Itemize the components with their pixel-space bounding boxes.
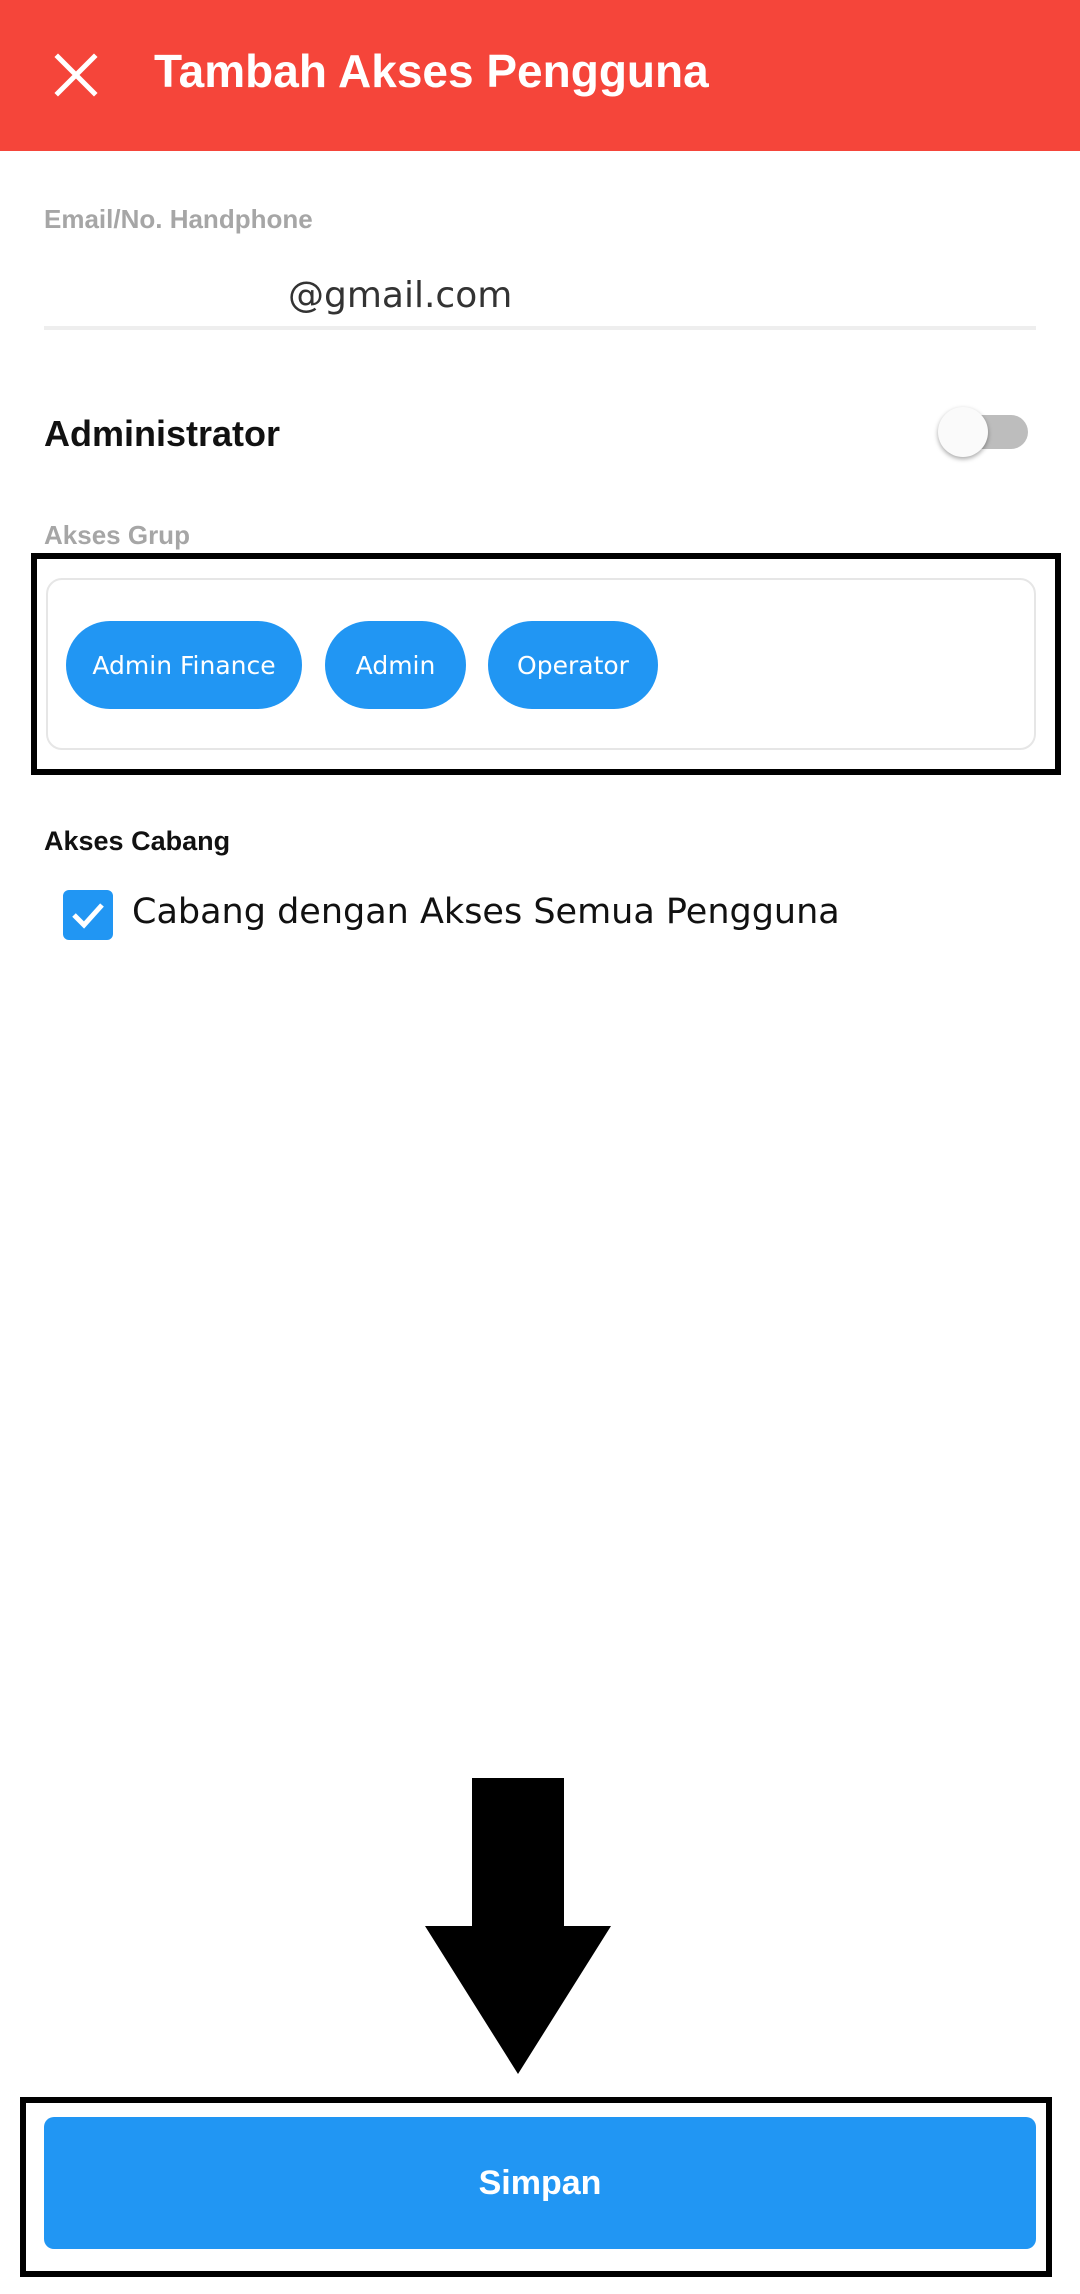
email-underline bbox=[44, 326, 1036, 330]
access-branch-label: Akses Cabang bbox=[44, 826, 231, 856]
email-field-label: Email/No. Handphone bbox=[44, 204, 313, 234]
branch-checkbox[interactable] bbox=[63, 890, 113, 940]
group-chip-admin[interactable]: Admin bbox=[325, 621, 466, 709]
page-title: Tambah Akses Pengguna bbox=[154, 45, 709, 97]
administrator-toggle[interactable] bbox=[938, 407, 1030, 457]
email-field[interactable] bbox=[44, 265, 1036, 325]
toggle-thumb bbox=[938, 407, 988, 457]
access-group-label: Akses Grup bbox=[44, 520, 190, 550]
arrow-down-icon bbox=[425, 1778, 611, 2074]
close-icon bbox=[54, 53, 98, 97]
close-button[interactable] bbox=[40, 35, 112, 115]
branch-checkbox-label: Cabang dengan Akses Semua Pengguna bbox=[132, 892, 840, 932]
app-bar: Tambah Akses Pengguna bbox=[0, 0, 1080, 151]
administrator-label: Administrator bbox=[44, 413, 281, 454]
checkmark-icon bbox=[72, 903, 104, 929]
save-button[interactable]: Simpan bbox=[44, 2117, 1036, 2249]
group-chip-admin-finance[interactable]: Admin Finance bbox=[66, 621, 302, 709]
group-chip-operator[interactable]: Operator bbox=[488, 621, 658, 709]
